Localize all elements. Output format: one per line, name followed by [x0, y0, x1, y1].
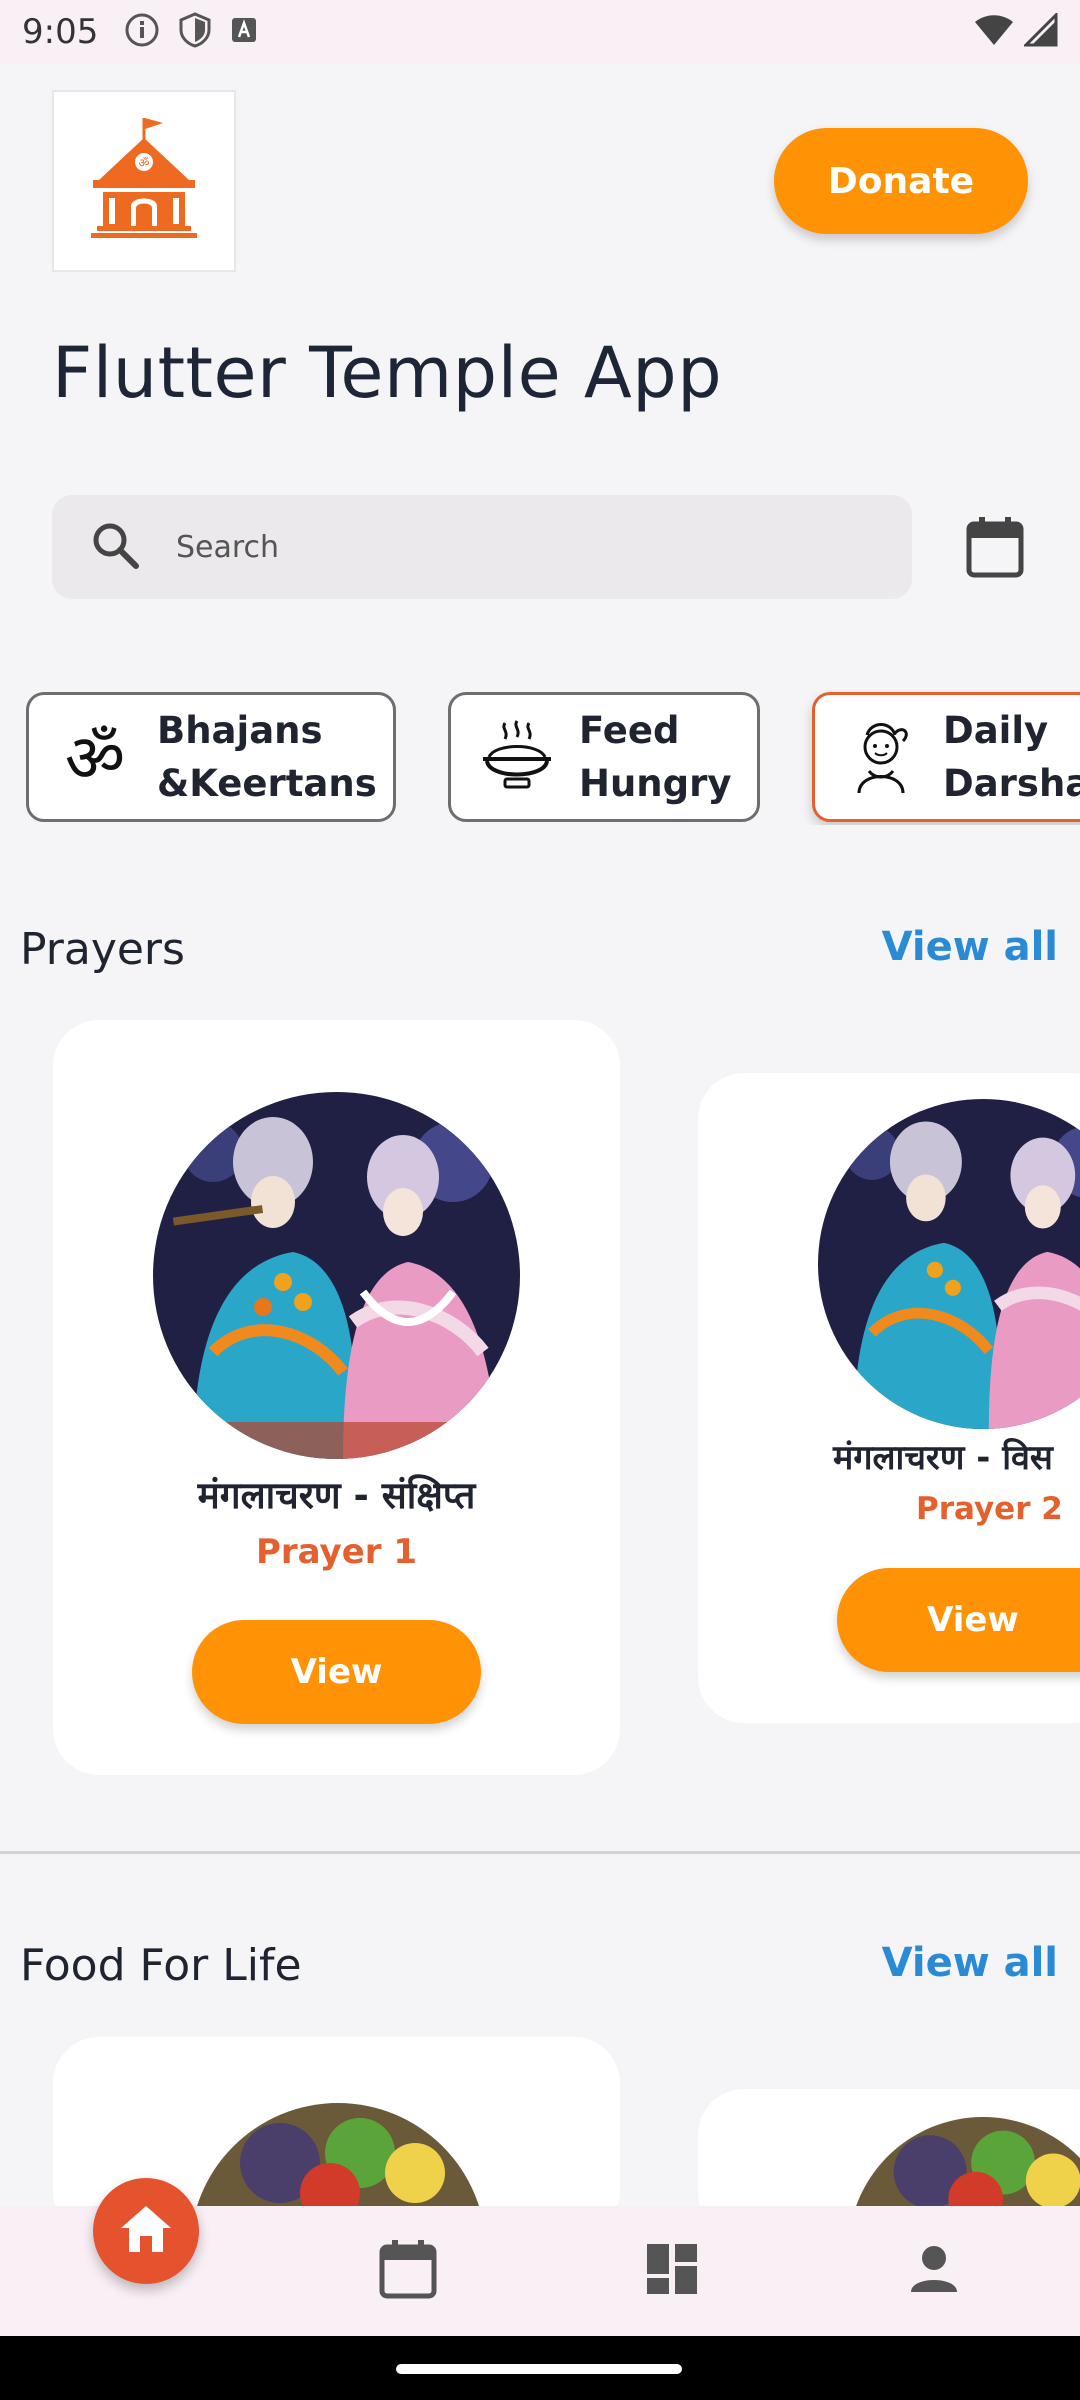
text-a-icon — [230, 16, 258, 49]
donate-button[interactable]: Donate — [774, 128, 1028, 234]
wifi-icon — [974, 13, 1014, 52]
app-logo: ॐ — [52, 90, 236, 272]
header: ॐ Donate — [0, 64, 1080, 284]
card-title: मंगलाचरण - संक्षिप्त — [197, 1474, 476, 1517]
temple-icon: ॐ — [79, 114, 209, 249]
chip-label: Daily Darsha — [943, 709, 1080, 805]
card-subtitle: Prayer 2 — [916, 1491, 1063, 1527]
om-icon: ॐ — [55, 717, 135, 797]
home-icon — [119, 2204, 173, 2259]
home-gesture-handle[interactable] — [396, 2364, 682, 2374]
signal-icon — [1022, 10, 1058, 52]
nav-dashboard[interactable] — [612, 2206, 732, 2336]
chip-bhajans[interactable]: ॐ Bhajans &Keertans — [26, 692, 396, 822]
card-title: मंगलाचरण - विस — [833, 1438, 1053, 1478]
chip-feed-hungry[interactable]: Feed Hungry — [448, 692, 760, 822]
calendar-icon — [966, 516, 1024, 583]
deity-image — [818, 1099, 1080, 1429]
prayer-card[interactable]: मंगलाचरण - विस Prayer 2 View — [698, 1073, 1080, 1723]
search-input[interactable]: Search — [52, 495, 912, 599]
status-icons-left — [124, 11, 258, 53]
view-button[interactable]: View — [837, 1568, 1080, 1672]
calendar-icon — [379, 2239, 437, 2304]
chip-label: Bhajans &Keertans — [157, 709, 377, 805]
page-title: Flutter Temple App — [52, 332, 723, 414]
section-divider — [0, 1851, 1080, 1854]
deity-icon — [841, 717, 921, 797]
profile-icon — [909, 2244, 959, 2299]
food-view-all-link[interactable]: View all — [882, 1940, 1058, 1986]
shield-icon — [178, 11, 212, 53]
rice-bowl-icon — [477, 717, 557, 797]
calendar-button[interactable] — [958, 512, 1032, 586]
search-icon — [90, 520, 140, 575]
status-icons-right — [974, 10, 1058, 52]
category-chips: ॐ Bhajans &Keertans Feed Hungry Daily Da… — [0, 690, 1080, 825]
status-time: 9:05 — [22, 12, 99, 52]
info-icon — [124, 12, 160, 53]
nav-calendar[interactable] — [348, 2206, 468, 2336]
prayers-section-header: Prayers View all — [0, 916, 1080, 986]
system-gesture-bar — [0, 2336, 1080, 2400]
prayers-view-all-link[interactable]: View all — [882, 924, 1058, 970]
status-bar: 9:05 — [0, 0, 1080, 64]
nav-home[interactable] — [93, 2178, 199, 2284]
dashboard-icon — [646, 2243, 698, 2300]
section-title: Food For Life — [20, 1940, 302, 1991]
card-subtitle: Prayer 1 — [255, 1532, 418, 1572]
chip-daily-darshan[interactable]: Daily Darsha — [812, 692, 1080, 822]
prayer-card[interactable]: मंगलाचरण - संक्षिप्त Prayer 1 View — [53, 1020, 620, 1775]
deity-image — [153, 1092, 520, 1459]
food-section-header: Food For Life View all — [0, 1932, 1080, 2002]
svg-text:ॐ: ॐ — [65, 720, 125, 797]
section-title: Prayers — [20, 924, 185, 975]
view-button[interactable]: View — [192, 1620, 481, 1724]
nav-profile[interactable] — [874, 2206, 994, 2336]
chip-label: Feed Hungry — [579, 709, 732, 805]
search-placeholder: Search — [176, 529, 280, 565]
svg-text:ॐ: ॐ — [139, 156, 150, 170]
